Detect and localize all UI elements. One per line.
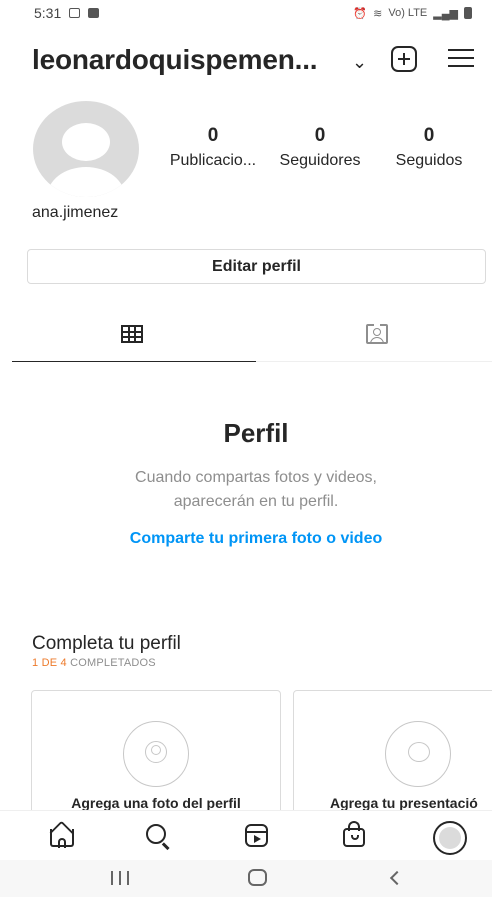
stat-following-value: 0 [423,125,435,146]
stat-followers-label: Seguidores [279,152,361,169]
volte-lte-icon: Vo) LTE [388,7,428,19]
chevron-down-icon[interactable]: ⌄ [352,52,367,73]
home-button-icon[interactable] [248,869,267,886]
back-icon[interactable] [389,868,401,888]
status-time: 5:31 [34,5,62,21]
avatar-body [47,167,125,197]
stat-followers[interactable]: 0 Seguidores [271,126,369,170]
home-icon[interactable] [42,819,82,853]
share-first-photo-link[interactable]: Comparte tu primera foto o video [0,530,492,548]
avatar-head [62,123,110,161]
stat-posts[interactable]: 0 Publicacio... [162,126,264,170]
profile-photo-icon [145,741,167,763]
avatar[interactable] [33,101,139,197]
tagged-person-icon [366,321,388,344]
add-profile-photo-card[interactable]: Agrega una foto del perfil [31,690,281,830]
card-title: Agrega una foto del perfil [71,795,241,811]
tab-tagged[interactable] [256,318,492,362]
plus-square-icon[interactable] [391,46,417,72]
card-title: Agrega tu presentació [330,795,478,811]
card-icon-circle [385,721,451,787]
progress-count: 1 DE 4 [32,657,67,669]
reels-icon[interactable] [236,819,276,853]
shop-icon[interactable] [334,819,374,853]
profile-header: leonardoquispemen... ⌄ [0,38,492,84]
empty-state-title: Perfil [223,418,289,448]
tab-grid[interactable] [12,318,256,362]
bottom-nav [0,810,492,860]
edit-profile-button[interactable]: Editar perfil [27,249,486,284]
search-icon[interactable] [138,819,178,853]
complete-profile-title: Completa tu perfil [32,633,181,654]
progress-suffix: COMPLETADOS [66,657,156,669]
add-bio-card[interactable]: Agrega tu presentació [293,690,492,830]
stat-following-label: Seguidos [395,152,463,169]
notification-icon [88,8,100,18]
status-bar: 5:31 ⏰ ≋ Vo) LTE ▂▄▆ [0,0,492,26]
hamburger-menu-icon[interactable] [448,49,474,69]
alarm-icon: ⏰ [353,7,368,20]
account-username[interactable]: leonardoquispemen... [32,44,318,76]
card-icon-circle [123,721,189,787]
empty-state-description: Cuando compartas fotos y videos, aparece… [135,469,377,510]
android-nav-bar [0,860,492,897]
complete-profile-progress: 1 DE 4 COMPLETADOS [32,657,156,669]
grid-icon [121,325,143,343]
recents-icon[interactable] [109,868,131,888]
profile-handle: ana.jimenez [32,204,119,221]
stat-following[interactable]: 0 Seguidos [378,126,480,170]
profile-avatar-icon[interactable] [430,819,470,855]
speech-bubble-icon [408,742,430,762]
status-right: ⏰ ≋ Vo) LTE ▂▄▆ [353,7,472,20]
wifi-icon: ≋ [373,7,383,20]
profile-tabs [12,318,492,362]
stat-posts-label: Publicacio... [169,152,257,169]
stat-followers-value: 0 [314,125,326,146]
image-icon [69,8,81,18]
battery-icon [464,7,472,19]
status-left: 5:31 [34,5,100,21]
stat-posts-value: 0 [207,125,219,146]
signal-icon: ▂▄▆ [433,7,458,20]
